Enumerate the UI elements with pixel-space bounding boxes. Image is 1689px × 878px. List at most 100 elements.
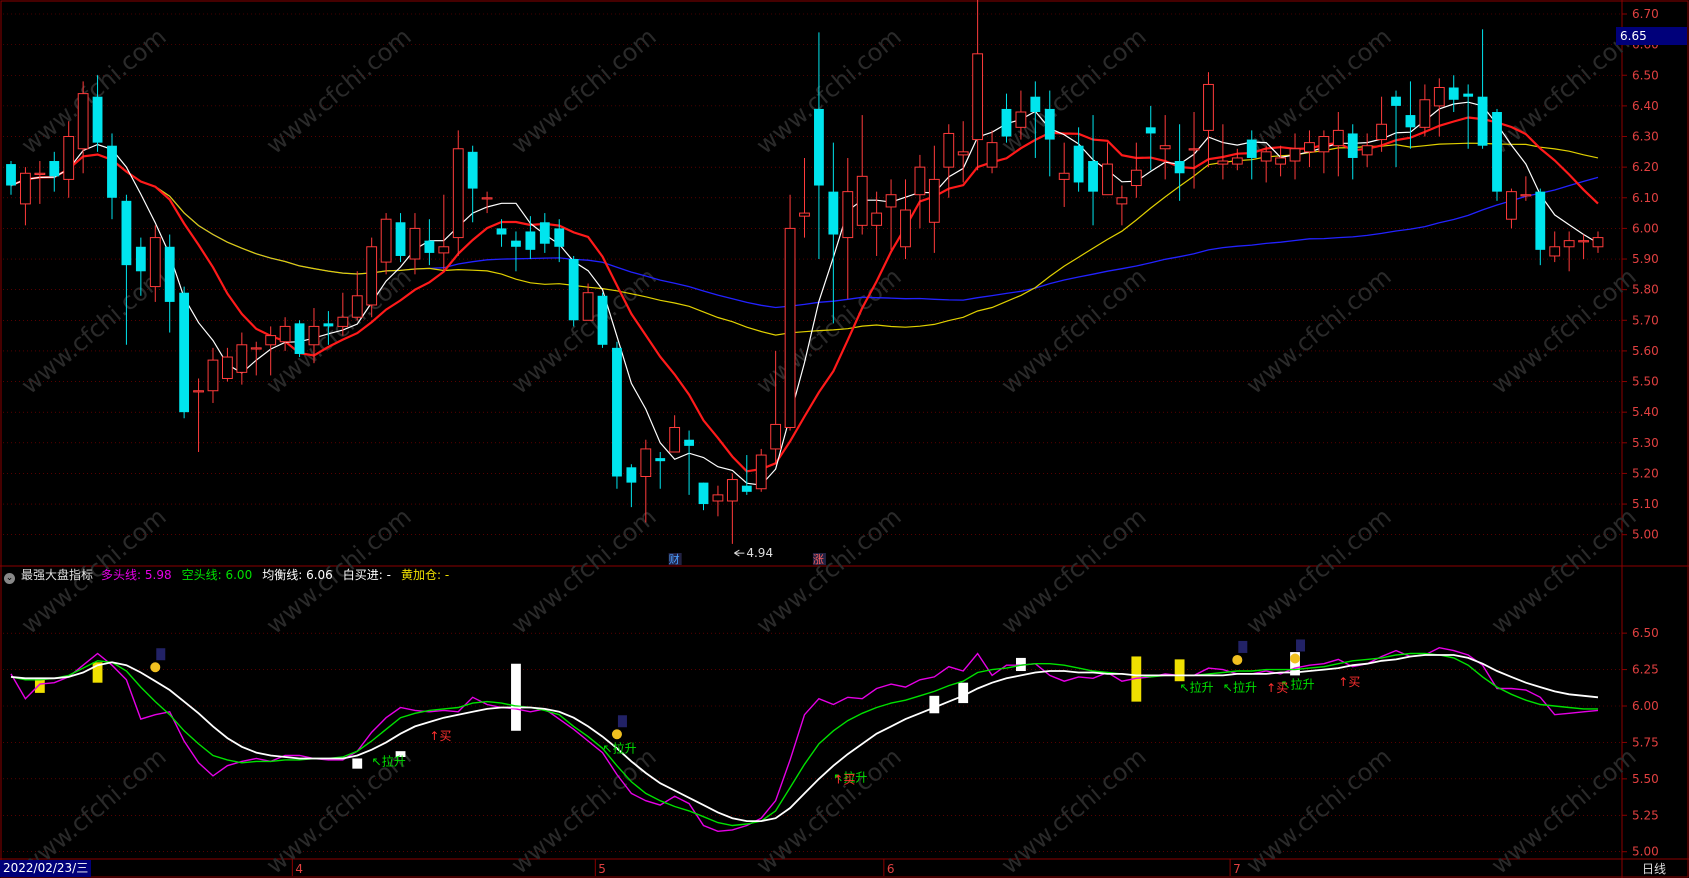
yellow-add-readout: 黄加仓: -: [401, 568, 450, 582]
candle-body: [20, 172, 31, 205]
candle-body: [1289, 148, 1301, 162]
y-tick-label: 5.30: [1632, 436, 1659, 450]
candle-body: [1405, 115, 1416, 128]
candle-body: [1347, 133, 1358, 158]
candle-body: [784, 227, 796, 428]
candle-body: [1130, 169, 1142, 187]
candle-body: [1506, 191, 1517, 220]
candle-body: [179, 292, 190, 413]
min-price-label: 4.94: [746, 546, 773, 560]
candle-body: [222, 356, 233, 379]
candle-body: [972, 53, 984, 141]
candle-body: [1492, 112, 1502, 192]
candle-body: [1391, 96, 1401, 106]
candle-body: [1463, 93, 1474, 97]
white-signal-bar: [511, 663, 521, 731]
candle-body: [149, 237, 161, 288]
money-tag-icon: [1296, 639, 1306, 652]
candle-body: [1145, 127, 1156, 134]
candle-body: [986, 142, 998, 168]
candle-body: [279, 325, 291, 343]
candle-body: [943, 132, 955, 168]
candle-body: [554, 228, 565, 247]
candle-body: [63, 136, 75, 180]
candle-body: [1361, 145, 1373, 156]
money-tag-icon: [617, 715, 627, 728]
candle-body: [828, 191, 839, 235]
y-tick-label: 5.40: [1632, 405, 1659, 419]
candle-body: [424, 240, 435, 253]
candle-body: [1231, 157, 1243, 165]
candle-body: [1116, 197, 1128, 205]
candle-body: [525, 231, 536, 250]
candle-body: [726, 479, 738, 502]
candle-body: [741, 485, 752, 492]
current-price-tag: 6.65: [1616, 27, 1687, 45]
candle-body: [1592, 237, 1604, 248]
bull-line-readout: 多头线: 5.98: [101, 568, 172, 582]
candle-body: [539, 222, 550, 244]
candle-body: [957, 151, 969, 156]
candle-body: [1044, 108, 1055, 140]
candle-body: [1188, 148, 1200, 151]
y-tick-label: 6.50: [1632, 68, 1659, 82]
candle-body: [135, 246, 146, 272]
white-buy-readout: 白买进: -: [342, 568, 392, 582]
buy-signal: ↑买: [1266, 681, 1288, 695]
candle-body: [1159, 145, 1171, 150]
candle-body: [1015, 111, 1027, 128]
candle-body: [34, 172, 46, 175]
candle-body: [496, 228, 507, 235]
kline-chart[interactable]: www.cfchi.com www.cfchi.com www.cfchi.com w…: [0, 0, 1689, 878]
x-tick-label: 6: [887, 862, 895, 876]
candle-body: [1549, 246, 1561, 257]
y-tick-label: 6.40: [1632, 99, 1659, 113]
candle-body: [612, 347, 622, 477]
candle-body: [900, 209, 911, 248]
indicator-y-tick-label: 5.50: [1632, 772, 1659, 786]
candle-body: [308, 325, 320, 346]
period-button[interactable]: 日线: [1619, 860, 1689, 878]
candle-body: [380, 218, 392, 263]
candle-body: [1217, 160, 1229, 165]
candle-body: [1030, 96, 1041, 113]
candle-body: [1520, 194, 1532, 197]
x-tick-label: 5: [598, 862, 606, 876]
white-signal-bar: [929, 695, 940, 714]
collapse-icon[interactable]: ⌄: [4, 573, 15, 584]
candle-body: [1304, 142, 1315, 153]
candle-body: [6, 164, 16, 186]
candle-body: [395, 222, 406, 256]
candle-body: [92, 96, 103, 143]
buy-signal: ↑买: [833, 773, 855, 787]
y-tick-label: 5.80: [1632, 283, 1659, 297]
candle-body: [1433, 87, 1445, 107]
money-bag-icon: [611, 729, 622, 740]
y-tick-label: 6.00: [1632, 221, 1659, 235]
candle-body: [164, 246, 175, 302]
cursor-date-tag: 2022/02/23/三: [0, 860, 92, 877]
indicator-title[interactable]: 最强大盘指标: [21, 568, 93, 582]
candle-body: [236, 344, 248, 373]
candle-body: [842, 191, 854, 239]
candle-body: [1102, 163, 1113, 196]
white-signal-bar: [958, 682, 969, 704]
candle-body: [294, 323, 305, 354]
candle-body: [1578, 240, 1589, 243]
yellow-signal-bar: [1174, 659, 1185, 682]
candle-body: [1203, 83, 1214, 131]
candle-body: [1246, 139, 1257, 158]
candle-body: [755, 454, 767, 490]
y-tick-label: 5.70: [1632, 313, 1659, 327]
money-bag-icon: [150, 662, 161, 673]
candle-body: [712, 494, 724, 502]
candle-body: [698, 482, 709, 505]
candle-body: [366, 246, 378, 306]
buy-signal: ↑买: [429, 729, 451, 743]
indicator-y-tick-label: 6.50: [1632, 626, 1659, 640]
candle-body: [1260, 151, 1272, 162]
candle-body: [77, 93, 89, 150]
y-tick-label: 6.70: [1632, 7, 1659, 21]
candle-body: [438, 246, 450, 254]
indicator-y-tick-label: 5.75: [1632, 735, 1659, 749]
